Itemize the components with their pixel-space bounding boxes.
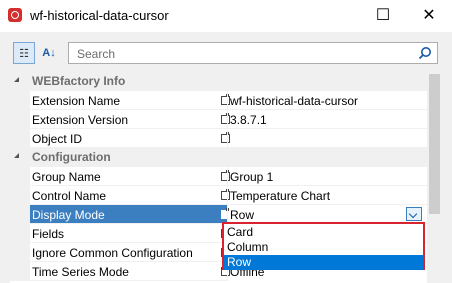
property-toolbar: ☷ A↓ bbox=[0, 34, 452, 72]
property-name: Time Series Mode bbox=[32, 265, 129, 279]
scrollbar-thumb[interactable] bbox=[429, 74, 440, 214]
property-row-object-id[interactable]: Object ID bbox=[10, 129, 427, 148]
property-value[interactable]: Temperature Chart bbox=[230, 189, 330, 203]
display-mode-dropdown-list: Card Column Row bbox=[222, 222, 425, 270]
property-row-extension-name[interactable]: Extension Name wf-historical-data-cursor bbox=[10, 91, 427, 110]
property-name: Object ID bbox=[32, 132, 83, 146]
property-name: Ignore Common Configuration bbox=[32, 246, 193, 260]
collapse-icon[interactable] bbox=[14, 77, 19, 82]
edit-icon[interactable] bbox=[221, 170, 230, 181]
collapse-icon[interactable] bbox=[14, 153, 19, 158]
vertical-scrollbar[interactable] bbox=[427, 72, 442, 283]
category-configuration[interactable]: Configuration bbox=[10, 148, 427, 167]
property-row-extension-version[interactable]: Extension Version 3.8.7.1 bbox=[10, 110, 427, 129]
property-value[interactable]: Group 1 bbox=[230, 170, 273, 184]
app-icon bbox=[8, 8, 22, 22]
edit-icon[interactable] bbox=[221, 132, 230, 143]
search-icon[interactable] bbox=[418, 46, 432, 60]
categorized-view-button[interactable]: ☷ bbox=[13, 42, 35, 64]
edit-icon[interactable] bbox=[221, 113, 230, 124]
property-name: Fields bbox=[32, 227, 65, 241]
edit-icon[interactable] bbox=[221, 189, 230, 200]
property-name: Control Name bbox=[32, 189, 107, 203]
property-name: Group Name bbox=[32, 170, 101, 184]
edit-icon[interactable] bbox=[221, 208, 230, 219]
alphabetical-sort-button[interactable]: A↓ bbox=[38, 42, 60, 64]
dropdown-option-card[interactable]: Card bbox=[224, 225, 423, 240]
property-name: Display Mode bbox=[32, 208, 105, 222]
property-value[interactable]: wf-historical-data-cursor bbox=[230, 94, 358, 108]
window-title: wf-historical-data-cursor bbox=[30, 8, 169, 23]
category-webfactory-info[interactable]: WEBfactory Info bbox=[10, 72, 427, 91]
search-box[interactable] bbox=[68, 42, 438, 64]
dropdown-option-row[interactable]: Row bbox=[224, 255, 423, 270]
property-value[interactable]: Row bbox=[230, 208, 254, 222]
edit-icon[interactable] bbox=[221, 94, 230, 105]
dropdown-option-column[interactable]: Column bbox=[224, 240, 423, 255]
title-bar: wf-historical-data-cursor ☐ ✕ bbox=[0, 0, 452, 32]
property-value[interactable]: 3.8.7.1 bbox=[230, 113, 267, 127]
property-name: Extension Version bbox=[32, 113, 129, 127]
dropdown-toggle-button[interactable] bbox=[406, 207, 422, 221]
property-name: Extension Name bbox=[32, 94, 121, 108]
category-label: Configuration bbox=[32, 150, 111, 164]
close-button[interactable]: ✕ bbox=[406, 0, 452, 32]
search-input[interactable] bbox=[75, 45, 414, 63]
property-row-group-name[interactable]: Group Name Group 1 bbox=[10, 167, 427, 186]
property-row-control-name[interactable]: Control Name Temperature Chart bbox=[10, 186, 427, 205]
category-label: WEBfactory Info bbox=[32, 74, 126, 88]
maximize-button[interactable]: ☐ bbox=[360, 0, 406, 32]
